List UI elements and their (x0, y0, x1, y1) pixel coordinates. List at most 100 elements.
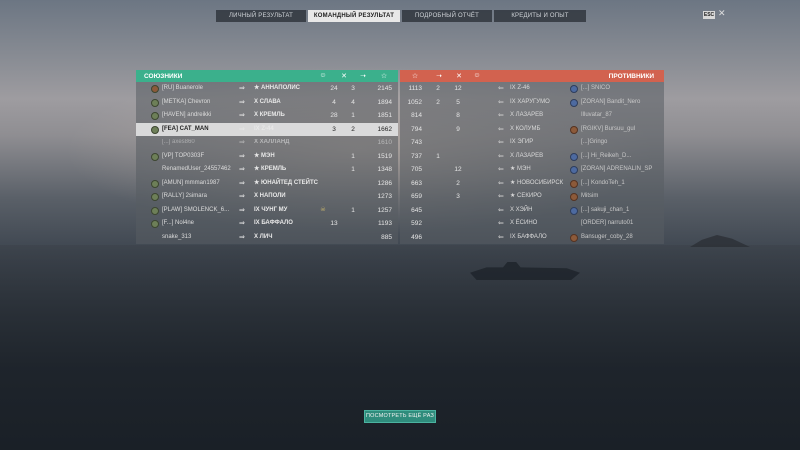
player-name: [RGIKV] Bursuu_gul (581, 125, 636, 132)
rank-badge-icon (151, 179, 159, 188)
enemy-row[interactable]: 737 1 ⇐ Х ЛАЗАРЕВ [...] Hi_Reikeh_D... (400, 150, 664, 164)
stat-damage: 4 (332, 98, 336, 106)
stat-damage: 12 (454, 85, 462, 92)
enemy-row[interactable]: 496 ⇐ IX БАФФАЛО Bansuger_coby_28 (400, 231, 664, 245)
ally-row[interactable]: [METKA] Chevron ⇒ Х СЛАВА 4 4 1894 (136, 96, 398, 110)
enemy-row[interactable]: 1052 2 5 ⇐ IX ХАРУГУМО [ZORAN] Bandit_Nero (400, 96, 664, 110)
stat-score: 814 (411, 112, 422, 119)
enemy-row[interactable]: 1113 2 12 ⇐ IX Z-46 [...] SNICO (400, 82, 664, 96)
ship-class-icon: ⇐ (498, 125, 504, 133)
ship-class-icon: ⇒ (239, 139, 245, 146)
allies-list: [RU] Buanerole ⇒ ★ АННАПОЛИС 24 3 2145 [METKA]… (136, 82, 398, 244)
player-name: [...] sakuji_chan_1 (581, 206, 630, 213)
tab-personal-result[interactable]: ЛИЧНЫЙ РЕЗУЛЬТАТ (216, 10, 306, 22)
ship-name: Х ЛАЗАРЕВ (510, 112, 544, 118)
ally-row[interactable]: [RU] Buanerole ⇒ ★ АННАПОЛИС 24 3 2145 (136, 82, 398, 96)
ship-name: Х КОЛУМБ (510, 125, 541, 132)
enemies-header: ☆ ➝ ✕ ☺ ПРОТИВНИКИ (400, 70, 664, 82)
tab-team-result[interactable]: КОМАНДНЫЙ РЕЗУЛЬТАТ (308, 10, 400, 22)
ship-class-icon: ⇐ (498, 233, 504, 241)
ally-row[interactable]: RenamedUser_24557462 ⇒ ★ КРЕМЛЬ 1 1348 (136, 163, 398, 177)
ship-class-icon: ⇐ (498, 206, 504, 214)
stat-score: 1286 (377, 179, 392, 187)
stat-score: 1519 (377, 152, 392, 160)
ship-class-icon: ⇐ (498, 166, 504, 173)
stat-damage: 2 (456, 179, 460, 187)
ally-row[interactable]: [F...] Nol4ne ⇒ IX БАФФАЛО 13 1193 (136, 217, 398, 231)
enemy-row[interactable]: 794 9 ⇐ Х КОЛУМБ [RGIKV] Bursuu_gul (400, 123, 664, 137)
ally-row[interactable]: [FEA] CAT_MAN ⇒ IX Z-44 3 2 1662 (136, 122, 398, 136)
stat-score: 1894 (377, 98, 392, 106)
stat-score: 885 (381, 233, 392, 241)
player-name: [...] KondoTeh_1 (581, 179, 625, 186)
ship-class-icon: ⇐ (498, 85, 504, 92)
ally-row[interactable]: [HAVEN] andreikki ⇒ Х КРЕМЛЬ 28 1 1851 (136, 109, 398, 123)
stat-damage: 5 (456, 98, 460, 106)
enemy-row[interactable]: 592 ⇐ Х ЁСИНО [ORDER] narruto01 (400, 217, 664, 231)
ally-row[interactable]: snake_313 ⇒ Х ЛИЧ 885 (136, 231, 398, 245)
team-result-panel: СОЮЗНИКИ ☺ ✕ ➝ ☆ ☆ ➝ ✕ ☺ ПРОТИВНИКИ [RU]… (136, 70, 664, 244)
ship-name: Х ЛИЧ (254, 233, 273, 240)
ship-class-icon: ⇐ (498, 139, 504, 146)
player-name: Bansuger_coby_28 (581, 233, 633, 240)
stat-score: 1348 (377, 166, 392, 173)
ship-class-icon: ⇒ (239, 152, 245, 160)
ally-row[interactable]: [...] axes860 ⇒ Х ХАЛЛАНД 1610 (136, 136, 398, 150)
close-icon[interactable]: ✕ (718, 8, 726, 19)
ally-row[interactable]: [VP] TOP0303F ⇒ ★ МЭН 1 1519 (136, 150, 398, 164)
stat-damage: 3 (332, 125, 336, 133)
stat-score: 743 (411, 139, 422, 146)
allies-header: СОЮЗНИКИ ☺ ✕ ➝ ☆ (136, 70, 398, 82)
rank-badge-icon (151, 234, 159, 242)
stat-damage: 24 (330, 85, 338, 92)
ship-class-icon: ⇒ (239, 193, 245, 200)
ally-row[interactable]: [RALLY] 2simara ⇒ Х НАПОЛИ 1273 (136, 190, 398, 204)
kills-icon: ☺ (319, 72, 327, 79)
player-name: [...] Hi_Reikeh_D... (581, 152, 632, 159)
player-name: [ORDER] narruto01 (581, 220, 634, 226)
ship-class-icon: ⇒ (239, 98, 245, 106)
stat-damage: 3 (456, 193, 460, 200)
rank-badge-icon (151, 220, 159, 228)
stat-score: 645 (411, 206, 422, 214)
ally-row[interactable]: [AMUN] mmman1987 ⇒ ★ ЮНАЙТЕД СТЕЙТС 1286 (136, 177, 398, 191)
rank-badge-icon (151, 193, 159, 201)
player-name: [ZORAN] ADRENALIN_SP (581, 166, 653, 172)
rank-badge-icon (570, 220, 578, 228)
ship-name: ★ МЭН (510, 166, 531, 172)
replay-button[interactable]: ПОСМОТРЕТЬ ЕЩЁ РАЗ (364, 410, 436, 423)
stat-damage: 9 (456, 125, 460, 133)
ship-name: IX БАФФАЛО (254, 220, 293, 226)
enemies-title: ПРОТИВНИКИ (608, 72, 654, 80)
stat-score: 1662 (377, 125, 392, 133)
ship-class-icon: ⇒ (239, 179, 245, 187)
ship-class-icon: ⇐ (498, 152, 504, 160)
ally-row[interactable]: [PLAW] SMOLENCK_6... ⇒ IX ЧУНГ МУ ☠ 1 1257 (136, 204, 398, 218)
esc-hotkey: ESC (703, 11, 715, 19)
ship-name: ★ СЕКИРО (510, 193, 542, 199)
enemy-row[interactable]: 814 8 ⇐ Х ЛАЗАРЕВ Illuvatar_87 (400, 109, 664, 123)
ship-class-icon: ⇐ (498, 98, 504, 106)
player-name: [ZORAN] Bandit_Nero (581, 98, 641, 105)
ship-name: Х КРЕМЛЬ (254, 112, 285, 118)
rank-badge-icon (151, 206, 159, 215)
rank-badge-icon (570, 179, 578, 188)
enemy-row[interactable]: 663 2 ⇐ ★ НОВОСИБИРСК [...] KondoTeh_1 (400, 177, 664, 191)
enemy-row[interactable]: 705 12 ⇐ ★ МЭН [ZORAN] ADRENALIN_SP (400, 163, 664, 177)
ship-class-icon: ⇒ (239, 125, 245, 133)
stat-score: 1052 (407, 98, 422, 106)
tab-detailed-report[interactable]: ПОДРОБНЫЙ ОТЧЁТ (402, 10, 492, 22)
planes-icon: ➝ (360, 73, 366, 80)
stat-planes: 1 (351, 166, 355, 173)
rank-badge-icon (151, 112, 159, 120)
kill-mark: ☠ (320, 206, 326, 213)
enemy-row[interactable]: 659 3 ⇐ ★ СЕКИРО Mitsim (400, 190, 664, 204)
allies-title: СОЮЗНИКИ (144, 72, 183, 80)
rank-badge-icon (570, 233, 578, 242)
rank-badge-icon (151, 166, 159, 174)
stat-score: 1610 (377, 139, 392, 146)
stat-planes: 2 (436, 85, 440, 92)
enemy-row[interactable]: 645 ⇐ Х ХЭЙН [...] sakuji_chan_1 (400, 204, 664, 218)
tab-credits-xp[interactable]: КРЕДИТЫ И ОПЫТ (494, 10, 586, 22)
enemy-row[interactable]: 743 ⇐ IX ЭГИР [...]Gringo (400, 136, 664, 150)
